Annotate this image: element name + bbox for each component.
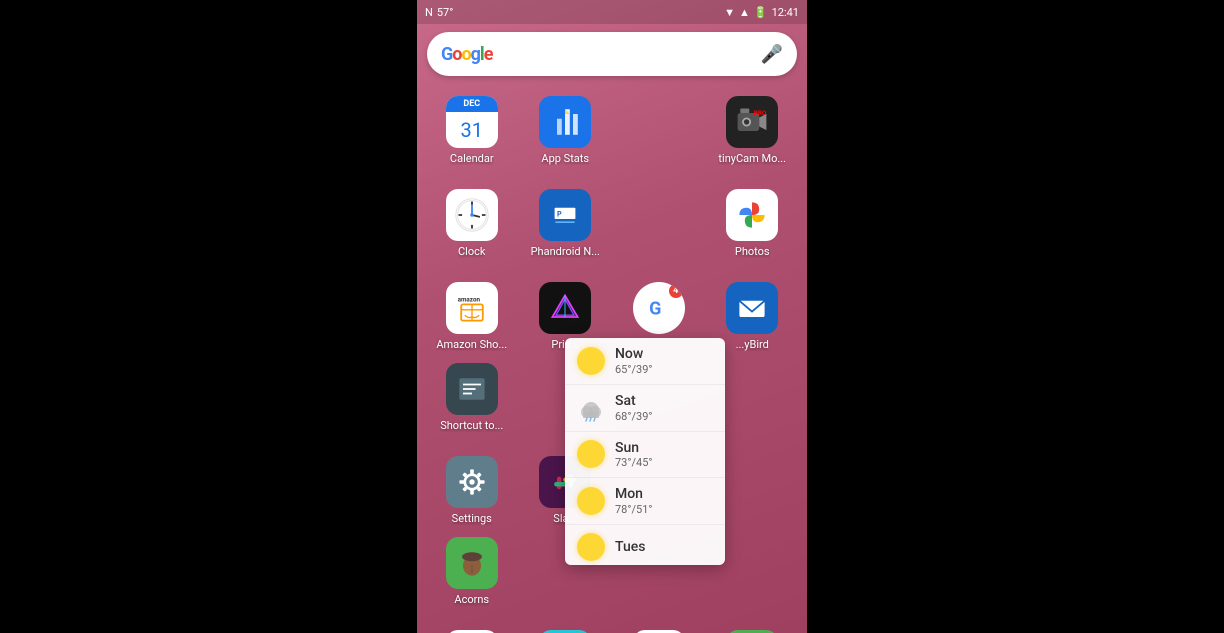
- app-empty2: [612, 183, 706, 264]
- google-logo: Google: [441, 44, 492, 65]
- app-solidexplorer[interactable]: Solid E...: [519, 624, 613, 633]
- settings-label: Settings: [452, 512, 492, 525]
- shortcut-icon: [446, 363, 498, 415]
- app-shortcut[interactable]: Shortcut to...: [425, 357, 519, 438]
- mic-icon[interactable]: 🎤: [761, 44, 783, 65]
- sun-icon-tues: [577, 533, 605, 561]
- weather-text-tues: Tues: [615, 539, 713, 556]
- weather-temp-mon: 78°/51°: [615, 503, 713, 516]
- svg-text:amazon: amazon: [457, 296, 480, 304]
- status-bar: N 57° ▼ ▲ 🔋 12:41: [417, 0, 807, 24]
- phone-screen: N 57° ▼ ▲ 🔋 12:41 Google 🎤 DEC 31 Calend…: [417, 0, 807, 633]
- time-display: 12:41: [772, 6, 799, 19]
- weather-text-sat: Sat 68°/39°: [615, 393, 713, 423]
- shortcut-label: Shortcut to...: [440, 419, 503, 432]
- weather-day-tues: Tues: [615, 539, 713, 556]
- app-row-1: DEC 31 Calendar App Stats: [417, 84, 807, 177]
- status-right: ▼ ▲ 🔋 12:41: [724, 6, 799, 19]
- weather-day-sat: Sat: [615, 393, 713, 410]
- sun-icon-sun: [577, 440, 605, 468]
- weather-text-now: Now 65°/39°: [615, 346, 713, 376]
- weather-text-mon: Mon 78°/51°: [615, 486, 713, 516]
- app-amazon[interactable]: amazon Amazon Sho...: [425, 276, 519, 357]
- signal-icon: ▲: [739, 6, 750, 19]
- clock-icon: [446, 189, 498, 241]
- amazon-label: Amazon Sho...: [436, 338, 507, 351]
- app-tinycam[interactable]: PRO tinyCam Mo...: [706, 90, 800, 171]
- app-acorns[interactable]: Acorns: [425, 531, 519, 612]
- app-settings[interactable]: Settings: [425, 450, 519, 531]
- weather-temp-sat: 68°/39°: [615, 410, 713, 423]
- temperature: 57°: [437, 6, 453, 19]
- sun-icon-now: [577, 347, 605, 375]
- tinycam-icon: PRO: [726, 96, 778, 148]
- empty4-icon: [726, 456, 778, 508]
- app-playstore[interactable]: Play Store: [425, 624, 519, 633]
- calendar-icon: DEC 31: [446, 96, 498, 148]
- weather-row-sun[interactable]: Sun 73°/45°: [565, 432, 725, 479]
- photos-icon: [726, 189, 778, 241]
- app-phandroid[interactable]: P Phandroid N...: [519, 183, 613, 264]
- app-gcreate[interactable]: ...eate: [612, 624, 706, 633]
- app-row-5: Play Store Solid E...: [417, 618, 807, 633]
- app-channels[interactable]: Channels: [706, 624, 800, 633]
- status-left: N 57°: [425, 6, 453, 19]
- svg-text:G: G: [649, 298, 661, 319]
- wifi-icon: ▼: [724, 6, 735, 19]
- photos-label: Photos: [735, 245, 770, 258]
- svg-text:P: P: [557, 210, 562, 219]
- amazon-icon: amazon: [446, 282, 498, 334]
- weather-row-mon[interactable]: Mon 78°/51°: [565, 478, 725, 525]
- svg-text:PRO: PRO: [754, 109, 767, 117]
- sun-icon-mon: [577, 487, 605, 515]
- app-row-2: Clock P Phandroid N...: [417, 177, 807, 270]
- app-photos[interactable]: Photos: [706, 183, 800, 264]
- clock-label: Clock: [458, 245, 485, 258]
- empty1-icon: [633, 96, 685, 148]
- app-calendar[interactable]: DEC 31 Calendar: [425, 90, 519, 171]
- acorns-label: Acorns: [454, 593, 489, 606]
- acorns-icon: [446, 537, 498, 589]
- appstats-icon: [539, 96, 591, 148]
- phandroid-icon: P: [539, 189, 591, 241]
- app-appstats[interactable]: App Stats: [519, 90, 613, 171]
- cloud-icon-sat: [577, 394, 605, 422]
- bluemail-icon: [726, 282, 778, 334]
- carrier-icon: N: [425, 6, 433, 19]
- weather-day-sun: Sun: [615, 440, 713, 457]
- bluemail-label: ...yBird: [736, 338, 769, 351]
- appstats-label: App Stats: [541, 152, 589, 165]
- empty2-icon: [633, 189, 685, 241]
- phandroid-label: Phandroid N...: [531, 245, 600, 258]
- battery-icon: 🔋: [754, 6, 768, 19]
- weather-dropdown: Now 65°/39° Sat 68°/39°: [565, 338, 725, 565]
- weather-day-now: Now: [615, 346, 713, 363]
- weather-row-tues[interactable]: Tues: [565, 525, 725, 565]
- settings-icon: [446, 456, 498, 508]
- weather-text-sun: Sun 73°/45°: [615, 440, 713, 470]
- search-bar[interactable]: Google 🎤: [427, 32, 797, 76]
- prisma-icon: [539, 282, 591, 334]
- tinycam-label: tinyCam Mo...: [718, 152, 786, 165]
- weather-row-sat[interactable]: Sat 68°/39°: [565, 385, 725, 432]
- calendar-label: Calendar: [450, 152, 494, 165]
- weather-temp-sun: 73°/45°: [615, 456, 713, 469]
- app-empty1: [612, 90, 706, 171]
- google-g-icon: G 4: [633, 282, 685, 334]
- weather-row-now[interactable]: Now 65°/39°: [565, 338, 725, 385]
- app-clock[interactable]: Clock: [425, 183, 519, 264]
- weather-day-mon: Mon: [615, 486, 713, 503]
- weather-temp-now: 65°/39°: [615, 363, 713, 376]
